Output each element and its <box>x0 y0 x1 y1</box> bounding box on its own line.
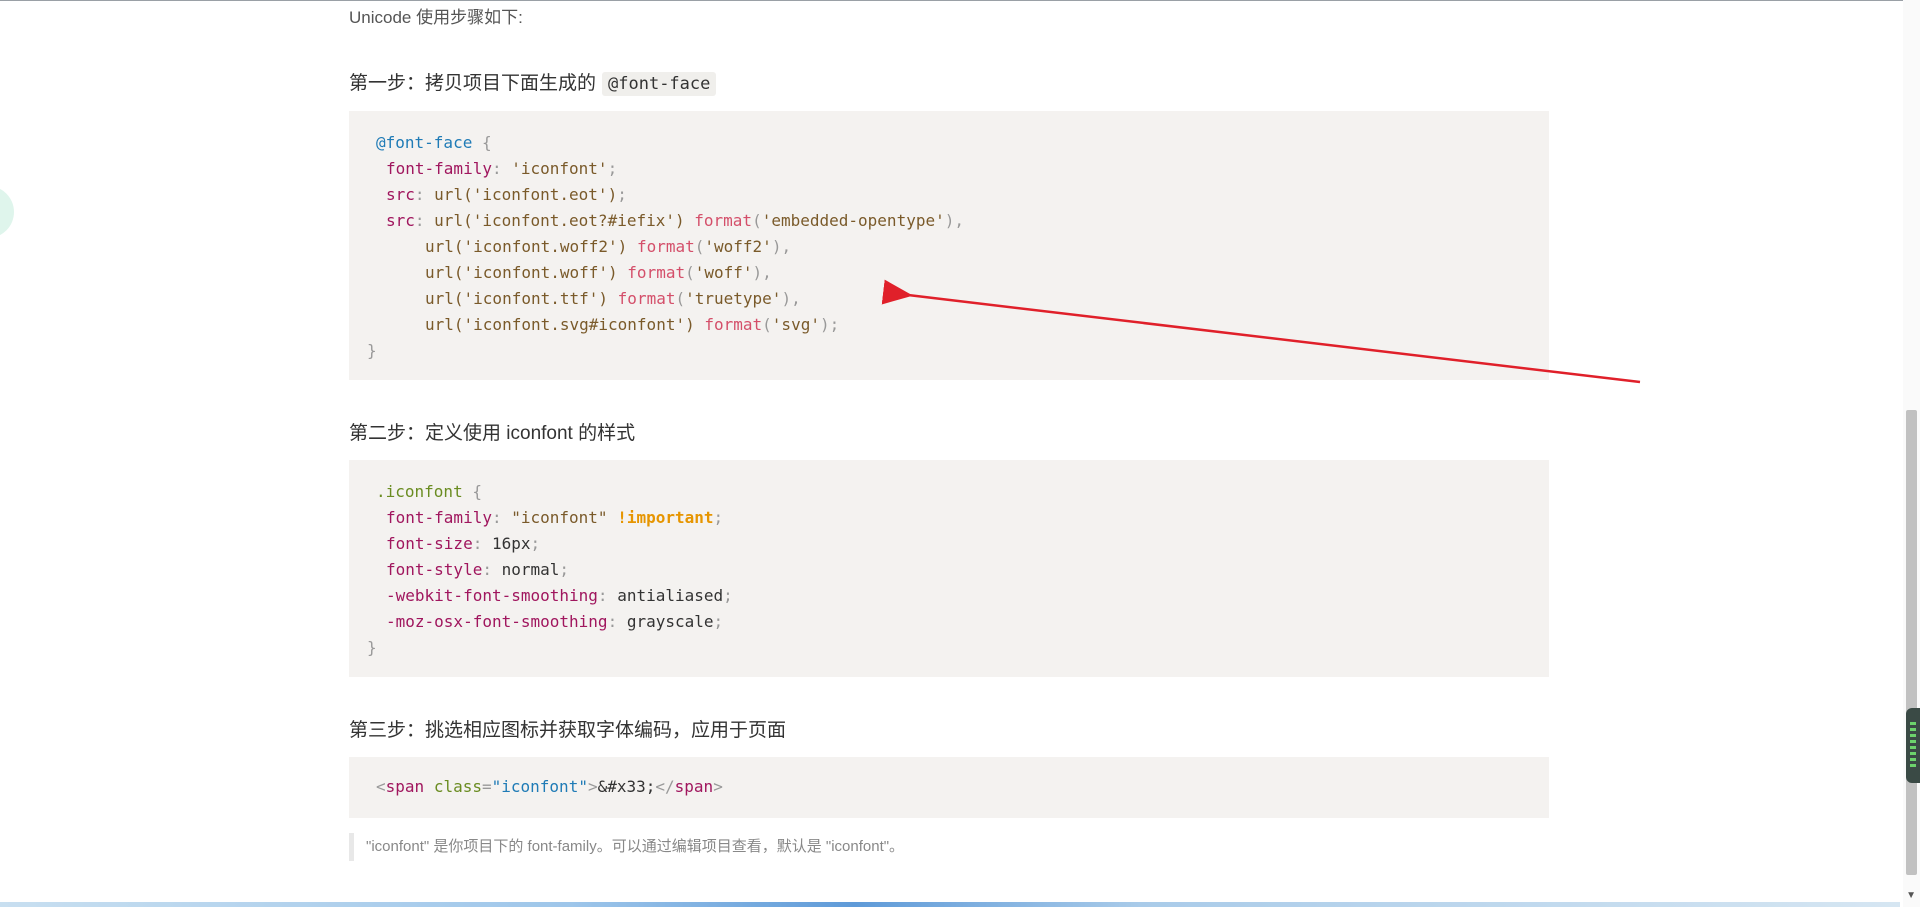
annotation-arrow <box>881 279 1641 384</box>
scroll-down-arrow-icon[interactable]: ▼ <box>1906 890 1916 901</box>
side-level-widget[interactable] <box>1906 708 1920 783</box>
scrollbar-thumb[interactable] <box>1906 410 1917 875</box>
bottom-progress-bar <box>0 902 1900 907</box>
